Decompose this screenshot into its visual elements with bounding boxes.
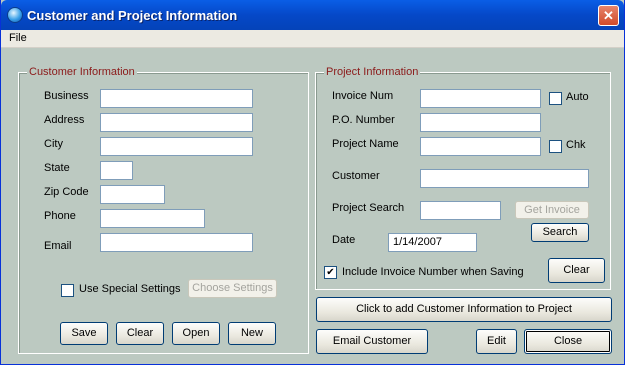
- title-bar[interactable]: Customer and Project Information ✕: [1, 0, 624, 30]
- email-customer-button[interactable]: Email Customer: [316, 329, 428, 354]
- include-invoice-checkbox[interactable]: ✔: [324, 266, 337, 279]
- state-label: State: [44, 162, 70, 174]
- chk-checkbox[interactable]: [549, 140, 562, 153]
- phone-label: Phone: [44, 210, 76, 222]
- po-number-label: P.O. Number: [332, 114, 395, 126]
- auto-checkbox[interactable]: [549, 92, 562, 105]
- include-invoice-label: Include Invoice Number when Saving: [342, 266, 524, 278]
- auto-label: Auto: [566, 91, 589, 103]
- window-close-button[interactable]: ✕: [598, 5, 619, 26]
- use-special-settings-label: Use Special Settings: [79, 283, 181, 295]
- invoice-num-label: Invoice Num: [332, 90, 394, 102]
- city-label: City: [44, 138, 63, 150]
- customer-clear-button[interactable]: Clear: [116, 322, 164, 345]
- window-title: Customer and Project Information: [27, 8, 238, 23]
- email-label: Email: [44, 240, 72, 252]
- project-search-label: Project Search: [332, 202, 405, 214]
- project-name-input[interactable]: [420, 137, 541, 156]
- close-button[interactable]: Close: [524, 329, 612, 354]
- date-input[interactable]: 1/14/2007: [388, 233, 477, 252]
- customer-input[interactable]: [420, 169, 589, 188]
- open-button[interactable]: Open: [172, 322, 220, 345]
- use-special-settings-checkbox[interactable]: [61, 284, 74, 297]
- zip-code-label: Zip Code: [44, 186, 89, 198]
- main-window: Customer and Project Information ✕ File …: [0, 0, 625, 365]
- invoice-num-input[interactable]: [420, 89, 541, 108]
- phone-input[interactable]: [100, 209, 205, 228]
- globe-icon: [7, 7, 23, 23]
- save-button[interactable]: Save: [60, 322, 108, 345]
- address-label: Address: [44, 114, 85, 126]
- date-label: Date: [332, 234, 356, 246]
- chk-label: Chk: [566, 139, 586, 151]
- business-label: Business: [44, 90, 89, 102]
- choose-settings-button[interactable]: Choose Settings: [188, 279, 277, 298]
- get-invoice-button[interactable]: Get Invoice: [515, 201, 589, 219]
- project-info-legend: Project Information: [324, 66, 421, 78]
- city-input[interactable]: [100, 137, 253, 156]
- search-button[interactable]: Search: [531, 223, 589, 242]
- new-button[interactable]: New: [228, 322, 276, 345]
- project-clear-button[interactable]: Clear: [548, 258, 605, 283]
- business-input[interactable]: [100, 89, 253, 108]
- address-input[interactable]: [100, 113, 253, 132]
- edit-button[interactable]: Edit: [476, 329, 517, 354]
- state-input[interactable]: [100, 161, 133, 180]
- customer-label: Customer: [332, 170, 380, 182]
- po-number-input[interactable]: [420, 113, 541, 132]
- add-customer-to-project-button[interactable]: Click to add Customer Information to Pro…: [316, 297, 612, 322]
- zip-code-input[interactable]: [100, 185, 165, 204]
- email-input[interactable]: [100, 233, 253, 252]
- project-name-label: Project Name: [332, 138, 399, 150]
- project-search-input[interactable]: [420, 201, 501, 220]
- menu-file[interactable]: File: [9, 32, 27, 44]
- menu-bar: File: [1, 30, 624, 48]
- customer-info-legend: Customer Information: [27, 66, 137, 78]
